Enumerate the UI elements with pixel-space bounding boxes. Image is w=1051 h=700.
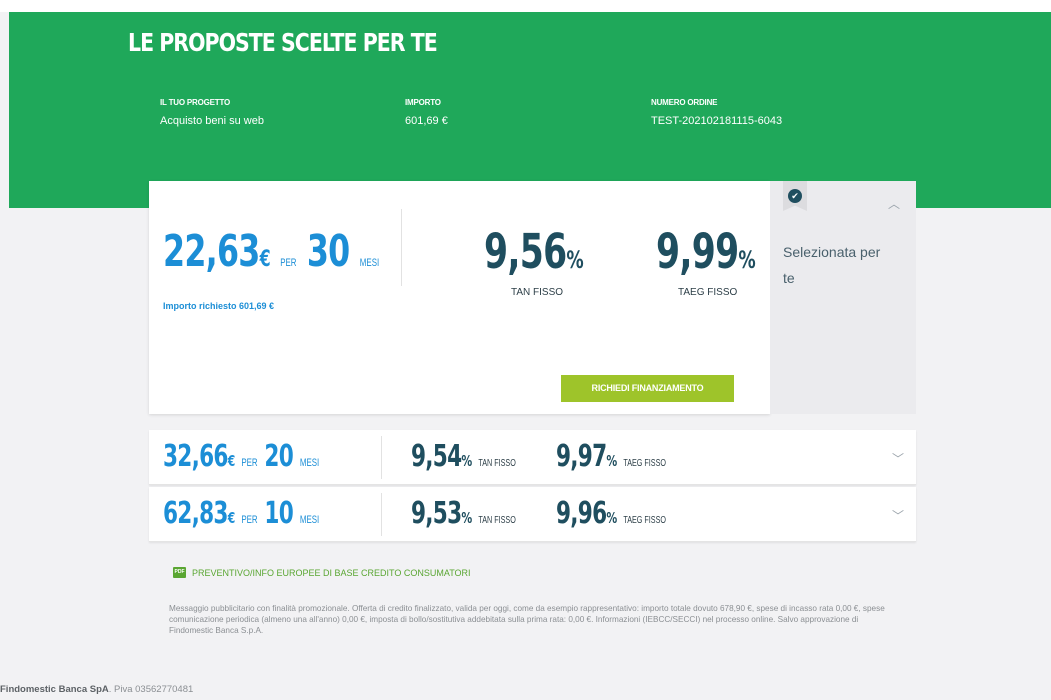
selected-badge-panel: ✔ ︿ Selezionata per te — [770, 181, 916, 414]
taeg-value: 9,97 — [556, 439, 607, 474]
percent-sign: % — [566, 246, 583, 274]
disclaimer-text: Messaggio pubblicitario con finalità pro… — [169, 604, 885, 635]
project-value: Acquisto beni su web — [160, 115, 264, 127]
selected-installment: 22,63€ PER 30 MESI — [163, 226, 463, 277]
per-label: PER — [241, 457, 258, 469]
card-divider — [381, 436, 382, 479]
request-financing-button[interactable]: RICHIEDI FINANZIAMENTO — [561, 375, 734, 402]
check-icon: ✔ — [788, 189, 802, 203]
months-value: 10 — [264, 496, 294, 531]
tan-label: TAN FISSO — [478, 458, 516, 469]
card-divider — [381, 493, 382, 536]
footer: Findomestic Banca SpA. Piva 03562770481 — [0, 684, 193, 695]
installment-value: 22,63 — [163, 226, 260, 277]
currency-symbol: € — [227, 509, 236, 527]
vat-number: . Piva 03562770481 — [108, 684, 194, 695]
currency-symbol: € — [227, 452, 236, 470]
months-label: MESI — [299, 514, 320, 526]
taeg-label: TAEG FISSO — [623, 458, 667, 469]
tan-label: TAN FISSO — [511, 287, 564, 298]
alt-installment: 32,66€ PER 20 MESI — [163, 439, 380, 474]
taeg-value: 9,99 — [656, 224, 739, 280]
top-strip — [0, 0, 1051, 12]
selected-for-you-text: Selezionata per te — [783, 244, 881, 286]
per-label: PER — [280, 257, 297, 269]
pdf-icon: PDF — [173, 567, 186, 578]
pdf-link-label: PREVENTIVO/INFO EUROPEE DI BASE CREDITO … — [192, 567, 471, 578]
order-value: TEST-202102181115-6043 — [651, 115, 783, 127]
tan-value: 9,56 — [484, 224, 567, 280]
chevron-up-icon[interactable]: ︿ — [888, 195, 900, 212]
company-name: Findomestic Banca SpA — [0, 684, 109, 695]
installment-value: 32,66 — [163, 439, 228, 474]
amount-label: IMPORTO — [405, 98, 441, 107]
currency-symbol: € — [259, 247, 271, 272]
tan-rate: 9,56% — [484, 224, 621, 280]
installment-value: 62,83 — [163, 496, 228, 531]
months-value: 20 — [264, 439, 294, 474]
amount-info: IMPORTO 601,69 € — [405, 98, 448, 127]
alt-tan: 9,54% TAN FISSO — [411, 439, 557, 474]
taeg-label: TAEG FISSO — [678, 287, 738, 298]
project-label: IL TUO PROGETTO — [160, 98, 231, 107]
percent-sign: % — [461, 452, 472, 470]
amount-value: 601,69 € — [405, 115, 448, 127]
months-label: MESI — [299, 457, 320, 469]
order-label: NUMERO ORDINE — [651, 98, 718, 107]
chevron-down-icon[interactable]: ﹀ — [892, 507, 904, 524]
taeg-value: 9,96 — [556, 496, 607, 531]
percent-sign: % — [461, 509, 472, 527]
alternative-offer-card[interactable]: 62,83€ PER 10 MESI 9,53% TAN FISSO 9,96%… — [149, 487, 916, 542]
page-title: LE PROPOSTE SCELTE PER TE — [128, 28, 438, 57]
alternative-offer-card[interactable]: 32,66€ PER 20 MESI 9,54% TAN FISSO 9,97%… — [149, 430, 916, 485]
bookmark-ribbon: ✔ — [783, 181, 807, 211]
taeg-label: TAEG FISSO — [623, 515, 667, 526]
chevron-down-icon[interactable]: ﹀ — [892, 450, 904, 467]
months-label: MESI — [359, 257, 380, 269]
percent-sign: % — [606, 509, 617, 527]
alt-tan: 9,53% TAN FISSO — [411, 496, 557, 531]
tan-label: TAN FISSO — [478, 515, 516, 526]
card-divider — [401, 209, 402, 286]
percent-sign: % — [606, 452, 617, 470]
alt-taeg: 9,96% TAEG FISSO — [556, 496, 709, 531]
tan-value: 9,54 — [411, 439, 462, 474]
per-label: PER — [241, 514, 258, 526]
months-value: 30 — [306, 226, 350, 277]
pdf-document-link[interactable]: PDF PREVENTIVO/INFO EUROPEE DI BASE CRED… — [173, 567, 471, 578]
project-info: IL TUO PROGETTO Acquisto beni su web — [160, 98, 264, 127]
order-info: NUMERO ORDINE TEST-202102181115-6043 — [651, 98, 782, 127]
alt-taeg: 9,97% TAEG FISSO — [556, 439, 709, 474]
percent-sign: % — [738, 246, 755, 274]
alt-installment: 62,83€ PER 10 MESI — [163, 496, 380, 531]
requested-amount: Importo richiesto 601,69 € — [163, 301, 275, 311]
tan-value: 9,53 — [411, 496, 462, 531]
